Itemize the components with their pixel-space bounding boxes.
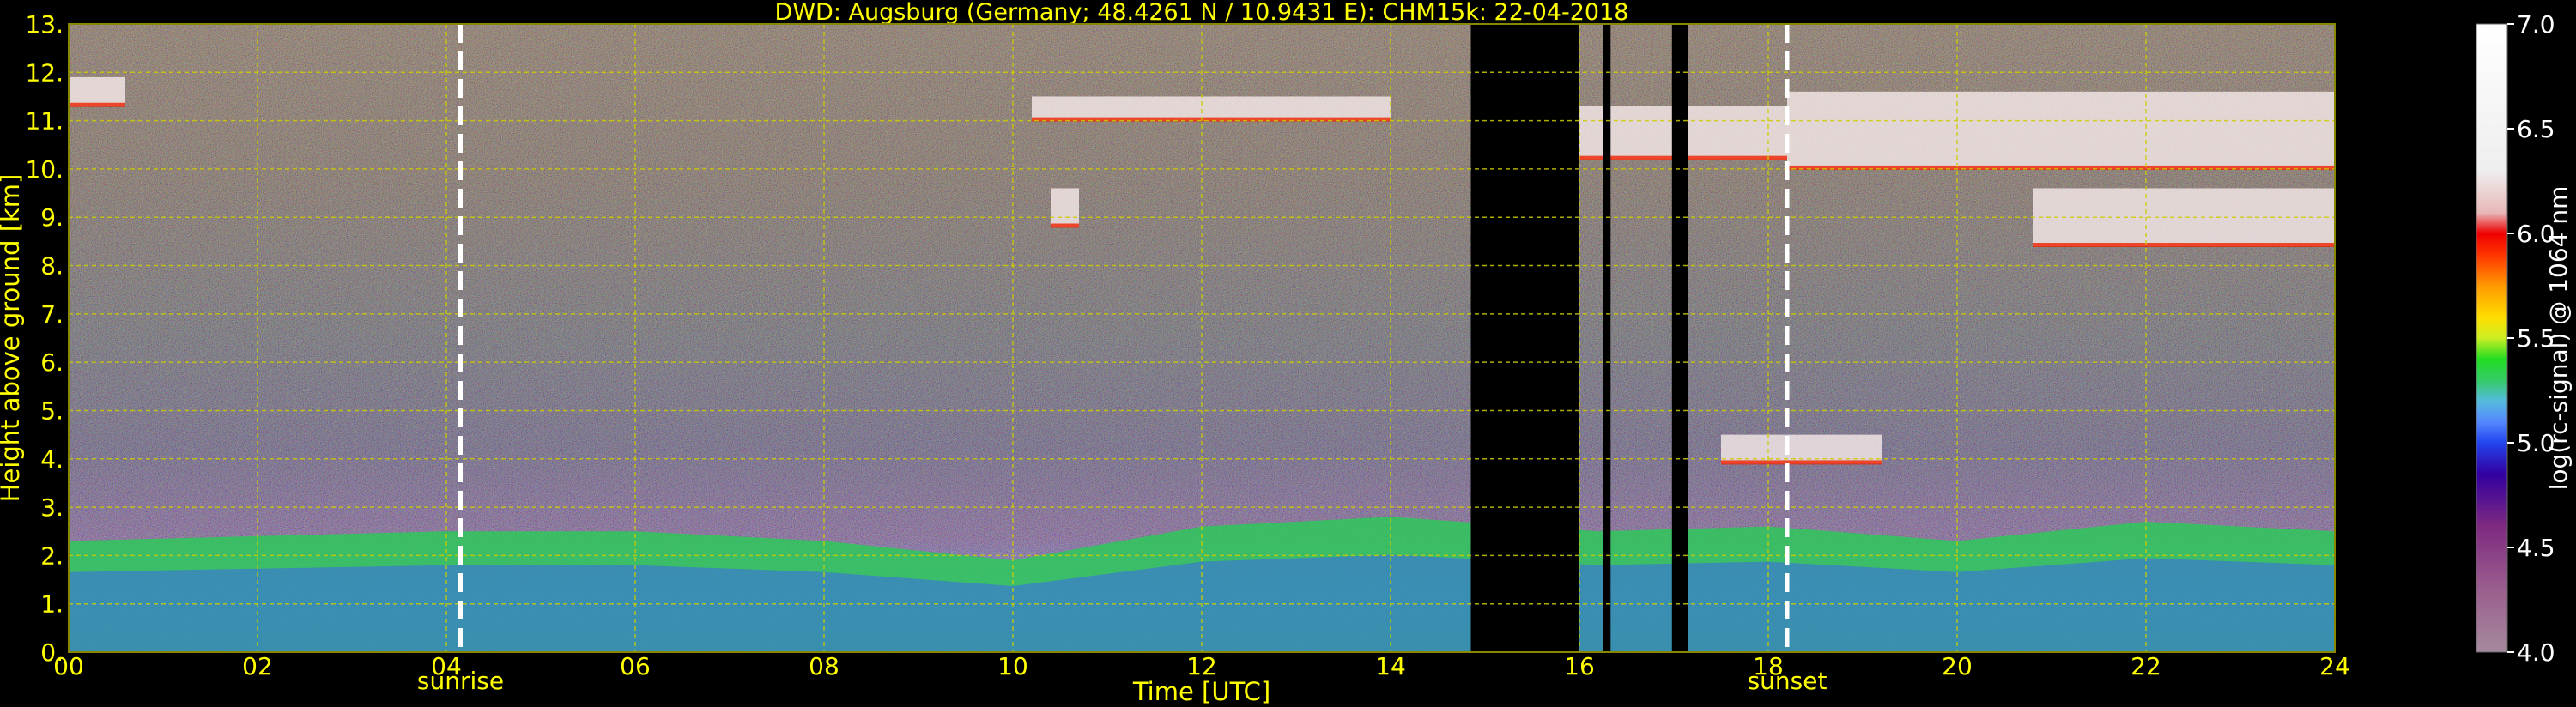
missing-data-gap — [1603, 24, 1611, 652]
x-tick-label: 22 — [2131, 652, 2161, 680]
y-tick-label: 7. — [40, 300, 64, 329]
cloud-base — [2033, 243, 2335, 248]
y-tick-label: 2. — [40, 541, 64, 570]
y-tick-label: 13. — [25, 10, 64, 39]
ceilometer-chart: DWD: Augsburg (Germany; 48.4261 N / 10.9… — [0, 0, 2573, 706]
y-tick-label: 9. — [40, 203, 64, 232]
colorbar-tick-label: 4.0 — [2517, 638, 2555, 667]
missing-data-gap — [1470, 24, 1579, 652]
x-tick-label: 04 — [431, 652, 462, 680]
y-tick-label: 4. — [40, 445, 64, 474]
colorbar-tick-label: 7.0 — [2517, 10, 2555, 39]
y-tick-label: 1. — [40, 590, 64, 619]
cloud-base — [1051, 223, 1079, 228]
colorbar-tick-label: 6.5 — [2517, 115, 2555, 143]
x-tick-label: 02 — [242, 652, 273, 680]
x-tick-label: 14 — [1375, 652, 1406, 680]
y-tick-label: 11. — [25, 107, 64, 136]
x-axis-label: Time [UTC] — [1132, 677, 1270, 706]
chart-title: DWD: Augsburg (Germany; 48.4261 N / 10.9… — [775, 0, 1629, 26]
x-tick-label: 18 — [1753, 652, 1784, 680]
cloud-layer — [69, 76, 125, 106]
colorbar-label: log(rc-signal) @ 1064 nm — [2544, 186, 2573, 491]
y-axis-ticks: 0.1.2.3.4.5.6.7.8.9.10.11.12.13. — [25, 10, 64, 667]
x-tick-label: 20 — [1942, 652, 1973, 680]
x-tick-label: 06 — [620, 652, 651, 680]
y-tick-label: 12. — [25, 58, 64, 87]
x-tick-label: 10 — [997, 652, 1028, 680]
cloud-base — [1721, 460, 1882, 465]
colorbar-gradient — [2476, 24, 2507, 652]
cloud-layer — [1787, 91, 2335, 169]
y-tick-label: 3. — [40, 493, 64, 522]
x-tick-label: 08 — [809, 652, 839, 680]
colorbar: 4.04.55.05.56.06.57.0 log(rc-signal) @ 1… — [2476, 10, 2573, 667]
colorbar-tick-label: 4.5 — [2517, 534, 2555, 562]
cloud-base — [69, 102, 125, 107]
missing-data-gap — [1671, 24, 1688, 652]
x-tick-label: 00 — [53, 652, 84, 680]
y-axis-label: Height above ground [km] — [0, 174, 25, 503]
y-tick-label: 5. — [40, 396, 64, 425]
cloud-layer — [1051, 188, 1079, 227]
y-tick-label: 6. — [40, 348, 64, 377]
x-tick-label: 16 — [1564, 652, 1595, 680]
y-tick-label: 8. — [40, 252, 64, 281]
y-tick-label: 10. — [25, 155, 64, 184]
x-tick-label: 24 — [2319, 652, 2350, 680]
cloud-layer — [1032, 96, 1391, 121]
